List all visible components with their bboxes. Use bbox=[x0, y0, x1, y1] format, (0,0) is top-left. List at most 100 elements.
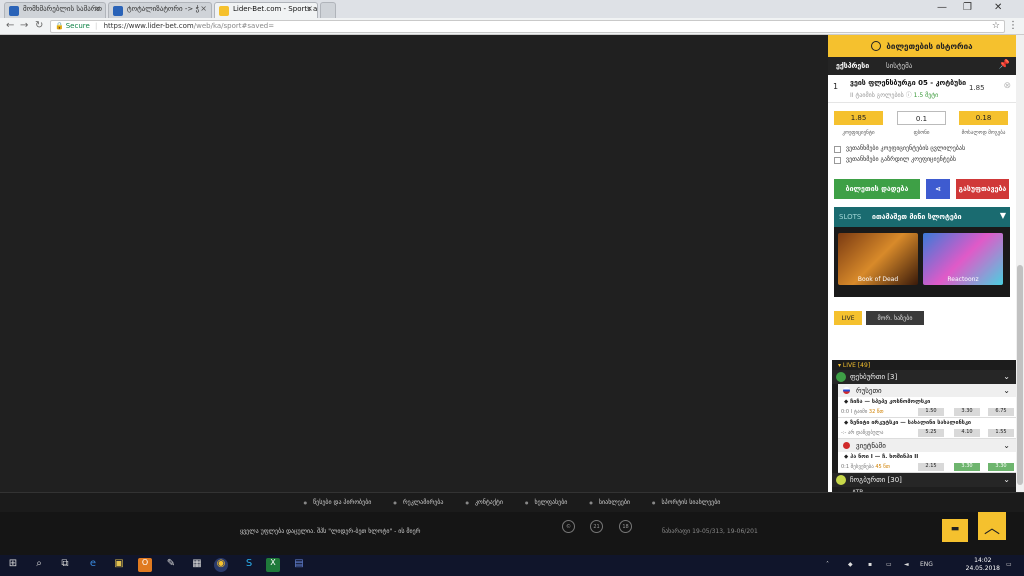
calculator-icon[interactable]: ▦ bbox=[190, 558, 204, 572]
bet-market: II ტაიმის გოლების ⓘ 1.5 მეტი bbox=[850, 92, 939, 99]
match-status: 0:1 შესვენება bbox=[841, 464, 874, 470]
odd-button[interactable]: 2.15 bbox=[918, 463, 944, 471]
footer-bottom: ყველა უფლება დაცულია. შპს "ლიდერ-ბეთ ხლო… bbox=[0, 512, 1024, 555]
scrollbar-thumb[interactable] bbox=[1017, 265, 1023, 485]
tray-app-icon[interactable]: ▪ bbox=[868, 561, 872, 568]
remote-desktop-icon[interactable]: ▤ bbox=[292, 558, 306, 572]
match-row[interactable]: ◆ ზენიტი ირკუტსკი — სახალინი სახალინსკი … bbox=[838, 418, 1016, 439]
windows-start-icon[interactable]: ⊞ bbox=[6, 558, 20, 572]
pin-icon[interactable]: 📌 bbox=[999, 60, 1010, 70]
chrome-icon[interactable]: ◉ bbox=[214, 558, 228, 572]
close-icon[interactable]: × bbox=[200, 4, 207, 13]
match-row[interactable]: ◆ ჩიჩა — სპეპე კოსნომოლსკი 0:0 I ტაიმი 3… bbox=[838, 397, 1016, 418]
tools-icon[interactable]: ✎ bbox=[164, 558, 178, 572]
bookmark-star-icon[interactable]: ☆ bbox=[992, 21, 1000, 31]
tab-express[interactable]: ექსპრესი bbox=[836, 62, 869, 70]
network-icon[interactable]: ▭ bbox=[886, 561, 892, 568]
close-icon[interactable]: × bbox=[94, 4, 101, 13]
odd-button[interactable]: 3.30 bbox=[988, 463, 1014, 471]
reload-icon[interactable]: ↻ bbox=[35, 20, 43, 31]
footer-link[interactable]: კონტაქტი bbox=[465, 499, 503, 506]
accept-odds-change-checkbox[interactable]: ვეთანხმები კოეფიციენტების ცვლილებას bbox=[828, 145, 1016, 156]
tray-chevron-icon[interactable]: ˄ bbox=[826, 561, 829, 568]
url-input[interactable]: 🔒 Secure | https://www.lider-bet.com/web/… bbox=[50, 20, 1005, 33]
scroll-top-button[interactable]: ︿ bbox=[978, 512, 1006, 540]
odd-button[interactable]: 6.75 bbox=[988, 408, 1014, 416]
footer-link[interactable]: სიახლეები bbox=[589, 499, 630, 506]
chevron-down-icon[interactable]: ⌄ bbox=[1003, 372, 1010, 381]
live-count-header[interactable]: ▾ LIVE [49] bbox=[832, 360, 1016, 370]
sport-label: ფეხბურთი [3] bbox=[850, 373, 898, 381]
chevron-down-icon[interactable]: ⌄ bbox=[1003, 475, 1010, 484]
betslip-actions: ბილეთის დადება ⋖ გასუფთავება bbox=[828, 179, 1016, 199]
skype-icon[interactable]: S bbox=[242, 558, 256, 572]
teams-text: ჰა ნოი I — ჩ. ხოშინჰი II bbox=[850, 454, 919, 460]
odd-button[interactable]: 1.50 bbox=[918, 408, 944, 416]
slot-game-reactoonz[interactable]: Reactoonz bbox=[923, 233, 1003, 285]
potential-win-label: მოსალოდ მოგება bbox=[961, 130, 1006, 136]
slots-label: SLOTS bbox=[839, 213, 862, 221]
tab-other-lines[interactable]: მორ. ხაზები bbox=[866, 311, 924, 325]
volume-icon[interactable]: ◄ bbox=[904, 561, 909, 568]
slot-game-book-of-dead[interactable]: Book of Dead bbox=[838, 233, 918, 285]
tray-app-icon[interactable]: ◆ bbox=[848, 561, 853, 568]
search-icon[interactable]: ⌕ bbox=[32, 558, 46, 572]
clear-button[interactable]: გასუფთავება bbox=[956, 179, 1009, 199]
browser-tab-active[interactable]: Lider-Bet.com - Sports a × bbox=[214, 2, 318, 18]
url-path: /web/ka/sport#saved= bbox=[193, 22, 275, 30]
sport-football[interactable]: ფეხბურთი [3] ⌄ bbox=[832, 370, 1016, 384]
forward-icon[interactable]: → bbox=[20, 20, 28, 31]
browser-menu-icon[interactable]: ⋮ bbox=[1008, 20, 1018, 31]
footer-link[interactable]: სპორტის სიახლეები bbox=[652, 499, 721, 506]
accept-higher-odds-checkbox[interactable]: ვეთანხმები გაზრდილ კოეფიციენტებს bbox=[828, 156, 1016, 167]
share-button[interactable]: ⋖ bbox=[926, 179, 950, 199]
page-scrollbar[interactable] bbox=[1016, 35, 1024, 492]
taskbar-clock[interactable]: 14:02 24.05.2018 bbox=[966, 557, 1000, 573]
footer-link[interactable]: ხელფასები bbox=[525, 499, 567, 506]
new-tab-button[interactable] bbox=[320, 2, 336, 18]
outlook-icon[interactable]: O bbox=[138, 558, 152, 572]
place-bet-button[interactable]: ბილეთის დადება bbox=[834, 179, 920, 199]
edge-icon[interactable]: e bbox=[86, 558, 100, 572]
match-row[interactable]: ◆ ჰა ნოი I — ჩ. ხოშინჰი II 0:1 შესვენება… bbox=[838, 452, 1016, 473]
language-icon[interactable]: ENG bbox=[920, 561, 933, 568]
tab-live[interactable]: LIVE bbox=[834, 311, 862, 325]
page-icon bbox=[9, 6, 19, 16]
minimize-icon[interactable]: — bbox=[937, 2, 947, 13]
browser-tab[interactable]: მომხმარებლის სამართ × bbox=[4, 2, 106, 18]
page-icon bbox=[113, 6, 123, 16]
chevron-down-icon[interactable]: ⌄ bbox=[1003, 441, 1010, 450]
maximize-icon[interactable]: ❐ bbox=[963, 2, 972, 13]
teams-text: ზენიტი ირკუტსკი — სახალინი სახალინსკი bbox=[850, 420, 971, 426]
ticket-history-button[interactable]: ბილეთების ისტორია bbox=[828, 35, 1016, 57]
checkbox-icon bbox=[834, 157, 841, 164]
chat-button[interactable]: ▬ bbox=[942, 519, 968, 542]
tab-system[interactable]: სისტემა bbox=[886, 62, 912, 70]
teams-text: ჩიჩა — სპეპე კოსნომოლსკი bbox=[850, 399, 931, 405]
close-icon[interactable]: × bbox=[306, 4, 313, 13]
chevron-down-icon[interactable]: ▼ bbox=[1000, 211, 1006, 220]
slots-header[interactable]: SLOTS ითამაშეთ მინი სლოტები ▼ bbox=[834, 207, 1010, 227]
odd-button[interactable]: 1.55 bbox=[988, 429, 1014, 437]
country-russia[interactable]: რუსეთი ⌄ bbox=[838, 384, 1016, 397]
file-explorer-icon[interactable]: ▣ bbox=[112, 558, 126, 572]
copyright-badge-icon: © bbox=[562, 520, 575, 533]
odd-button[interactable]: 3.30 bbox=[954, 408, 980, 416]
task-view-icon[interactable]: ⧉ bbox=[58, 558, 72, 572]
back-icon[interactable]: ← bbox=[6, 20, 14, 31]
footer-link[interactable]: წესები და პირობები bbox=[304, 499, 371, 506]
notifications-icon[interactable]: ▭ bbox=[1006, 561, 1012, 568]
sport-tennis[interactable]: ჩოგბურთი [30] ⌄ bbox=[832, 473, 1016, 487]
chevron-down-icon[interactable]: ⌄ bbox=[1003, 386, 1010, 395]
liderbet-favicon-icon bbox=[219, 6, 229, 16]
browser-tab[interactable]: ტოტალიზატორი -> ჭ × bbox=[108, 2, 212, 18]
excel-icon[interactable]: X bbox=[266, 558, 280, 572]
odd-button[interactable]: 4.10 bbox=[954, 429, 980, 437]
remove-bet-icon[interactable]: ⊗ bbox=[1003, 81, 1011, 91]
odd-button[interactable]: 5.25 bbox=[918, 429, 944, 437]
country-vietnam[interactable]: ვიეტნამი ⌄ bbox=[838, 439, 1016, 452]
stake-input[interactable]: 0.1 bbox=[897, 111, 946, 125]
close-window-icon[interactable]: ✕ bbox=[994, 2, 1002, 13]
odd-button[interactable]: 3.30 bbox=[954, 463, 980, 471]
footer-link[interactable]: რეკლამირება bbox=[393, 499, 444, 506]
